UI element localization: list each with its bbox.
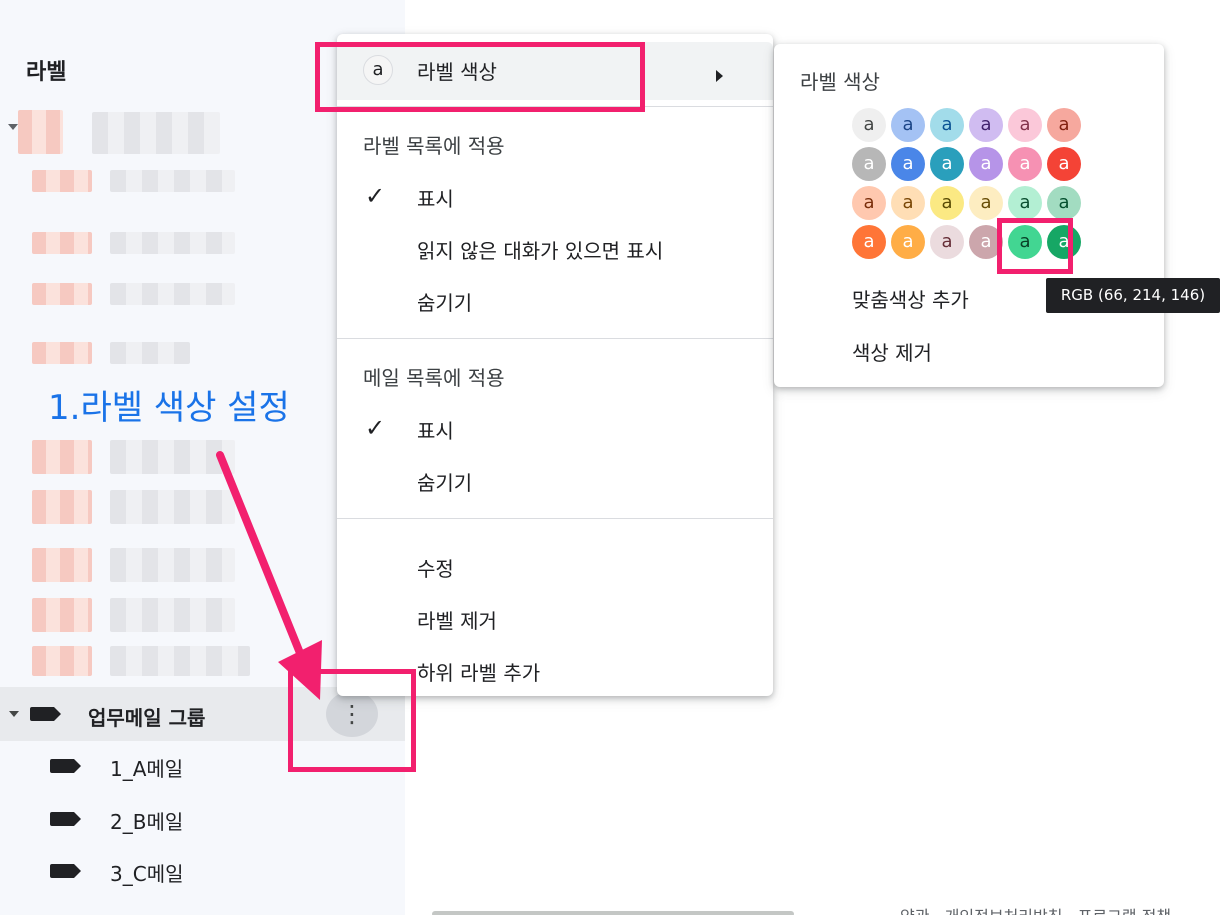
label-context-menu: a 라벨 색상 라벨 목록에 적용 ✓ 표시 읽지 않은 대화가 있으면 표시 … xyxy=(337,34,773,696)
blurred-label-icon xyxy=(32,440,92,474)
color-swatch[interactable]: a xyxy=(1008,108,1042,142)
color-swatch[interactable]: a xyxy=(930,225,964,259)
color-swatch[interactable]: a xyxy=(891,108,925,142)
menu-item-label: 라벨 제거 xyxy=(417,609,497,633)
color-swatch[interactable]: a xyxy=(1008,186,1042,220)
color-swatch[interactable]: a xyxy=(969,186,1003,220)
horizontal-scrollbar[interactable] xyxy=(432,911,794,915)
menu-item-label: 숨기기 xyxy=(417,291,473,315)
sublabel-name: 2_B메일 xyxy=(110,810,184,834)
color-swatch[interactable]: a xyxy=(891,147,925,181)
sublabel-row[interactable]: 2_B메일 xyxy=(0,793,405,845)
color-tooltip: RGB (66, 214, 146) xyxy=(1046,278,1220,313)
menu-divider xyxy=(337,338,773,339)
color-swatch[interactable]: a xyxy=(930,186,964,220)
blurred-label-name xyxy=(110,598,235,632)
blurred-label-icon xyxy=(32,548,92,582)
blurred-label-name xyxy=(110,232,235,254)
blurred-label-name xyxy=(110,342,190,364)
blurred-label-name xyxy=(110,170,235,192)
color-swatch[interactable]: a xyxy=(1047,186,1081,220)
sublabel-row[interactable]: 3_C메일 xyxy=(0,845,405,897)
blurred-label-name xyxy=(110,283,235,305)
expand-caret-icon[interactable] xyxy=(8,124,18,130)
sublabel-name: 3_C메일 xyxy=(110,862,184,886)
add-custom-color-button[interactable]: 맞춤색상 추가 xyxy=(852,284,969,313)
highlight-box-label-color xyxy=(315,42,645,112)
collapse-caret-icon[interactable] xyxy=(9,711,19,717)
color-swatch[interactable]: a xyxy=(1047,147,1081,181)
menu-item-label: 표시 xyxy=(417,187,454,211)
blurred-label-icon xyxy=(32,170,92,192)
blurred-label-icon xyxy=(32,283,92,305)
color-swatch[interactable]: a xyxy=(891,225,925,259)
menu-divider xyxy=(337,518,773,519)
label-group-name: 업무메일 그룹 xyxy=(88,706,206,730)
blurred-label-name xyxy=(110,440,235,474)
blurred-label-icon xyxy=(32,598,92,632)
menu-section-header: 메일 목록에 적용 xyxy=(363,366,505,390)
label-icon xyxy=(50,812,81,826)
blurred-label-icon xyxy=(32,646,92,676)
check-icon: ✓ xyxy=(365,182,386,210)
color-swatch[interactable]: a xyxy=(852,108,886,142)
menu-item-label: 숨기기 xyxy=(417,471,473,495)
blurred-label-icon xyxy=(18,110,63,154)
color-swatch[interactable]: a xyxy=(852,225,886,259)
menu-item-label: 수정 xyxy=(417,557,454,581)
highlight-box-selected-swatch xyxy=(997,218,1073,274)
label-icon xyxy=(50,864,81,878)
label-icon xyxy=(50,759,81,773)
color-swatch[interactable]: a xyxy=(1008,147,1042,181)
highlight-box-more-button xyxy=(288,669,416,772)
footer-links[interactable]: 약관 · 개인정보처리방침 · 프로그램 정책 xyxy=(900,903,1171,915)
color-swatch[interactable]: a xyxy=(1047,108,1081,142)
color-swatch[interactable]: a xyxy=(891,186,925,220)
menu-item-show-in-label-list[interactable]: ✓ 표시 xyxy=(337,170,773,222)
remove-color-button[interactable]: 색상 제거 xyxy=(852,337,932,366)
blurred-label-icon xyxy=(32,232,92,254)
menu-item-remove-label[interactable]: 라벨 제거 xyxy=(337,592,773,644)
color-swatch[interactable]: a xyxy=(969,147,1003,181)
blurred-label-icon xyxy=(32,490,92,524)
menu-item-label: 하위 라벨 추가 xyxy=(417,661,541,685)
blurred-label-icon xyxy=(32,342,92,364)
color-swatch[interactable]: a xyxy=(930,108,964,142)
menu-item-show-in-message-list[interactable]: ✓ 표시 xyxy=(337,402,773,454)
check-icon: ✓ xyxy=(365,414,386,442)
sidebar-title: 라벨 xyxy=(26,60,67,85)
blurred-label-name xyxy=(110,646,250,676)
submenu-arrow-icon xyxy=(716,70,723,82)
blurred-label-name xyxy=(110,490,235,524)
color-swatch[interactable]: a xyxy=(852,186,886,220)
menu-item-label: 읽지 않은 대화가 있으면 표시 xyxy=(417,239,664,263)
menu-item-hide-in-label-list[interactable]: 숨기기 xyxy=(337,274,773,326)
color-swatch[interactable]: a xyxy=(930,147,964,181)
blurred-label-name xyxy=(110,548,235,582)
menu-item-label: 표시 xyxy=(417,419,454,443)
menu-section-header: 라벨 목록에 적용 xyxy=(363,134,505,158)
color-swatch[interactable]: a xyxy=(969,108,1003,142)
label-color-submenu: 라벨 색상 aaaaaaaaaaaaaaaaaaaaaaaa 맞춤색상 추가 색… xyxy=(774,44,1164,387)
blurred-label-name xyxy=(92,112,220,154)
sublabel-name: 1_A메일 xyxy=(110,757,184,781)
menu-item-show-if-unread[interactable]: 읽지 않은 대화가 있으면 표시 xyxy=(337,222,773,274)
menu-item-edit[interactable]: 수정 xyxy=(337,540,773,592)
submenu-title: 라벨 색상 xyxy=(800,70,880,94)
menu-item-hide-in-message-list[interactable]: 숨기기 xyxy=(337,454,773,506)
label-icon xyxy=(30,707,61,721)
annotation-caption: 1.라벨 색상 설정 xyxy=(48,388,290,428)
color-swatch[interactable]: a xyxy=(852,147,886,181)
